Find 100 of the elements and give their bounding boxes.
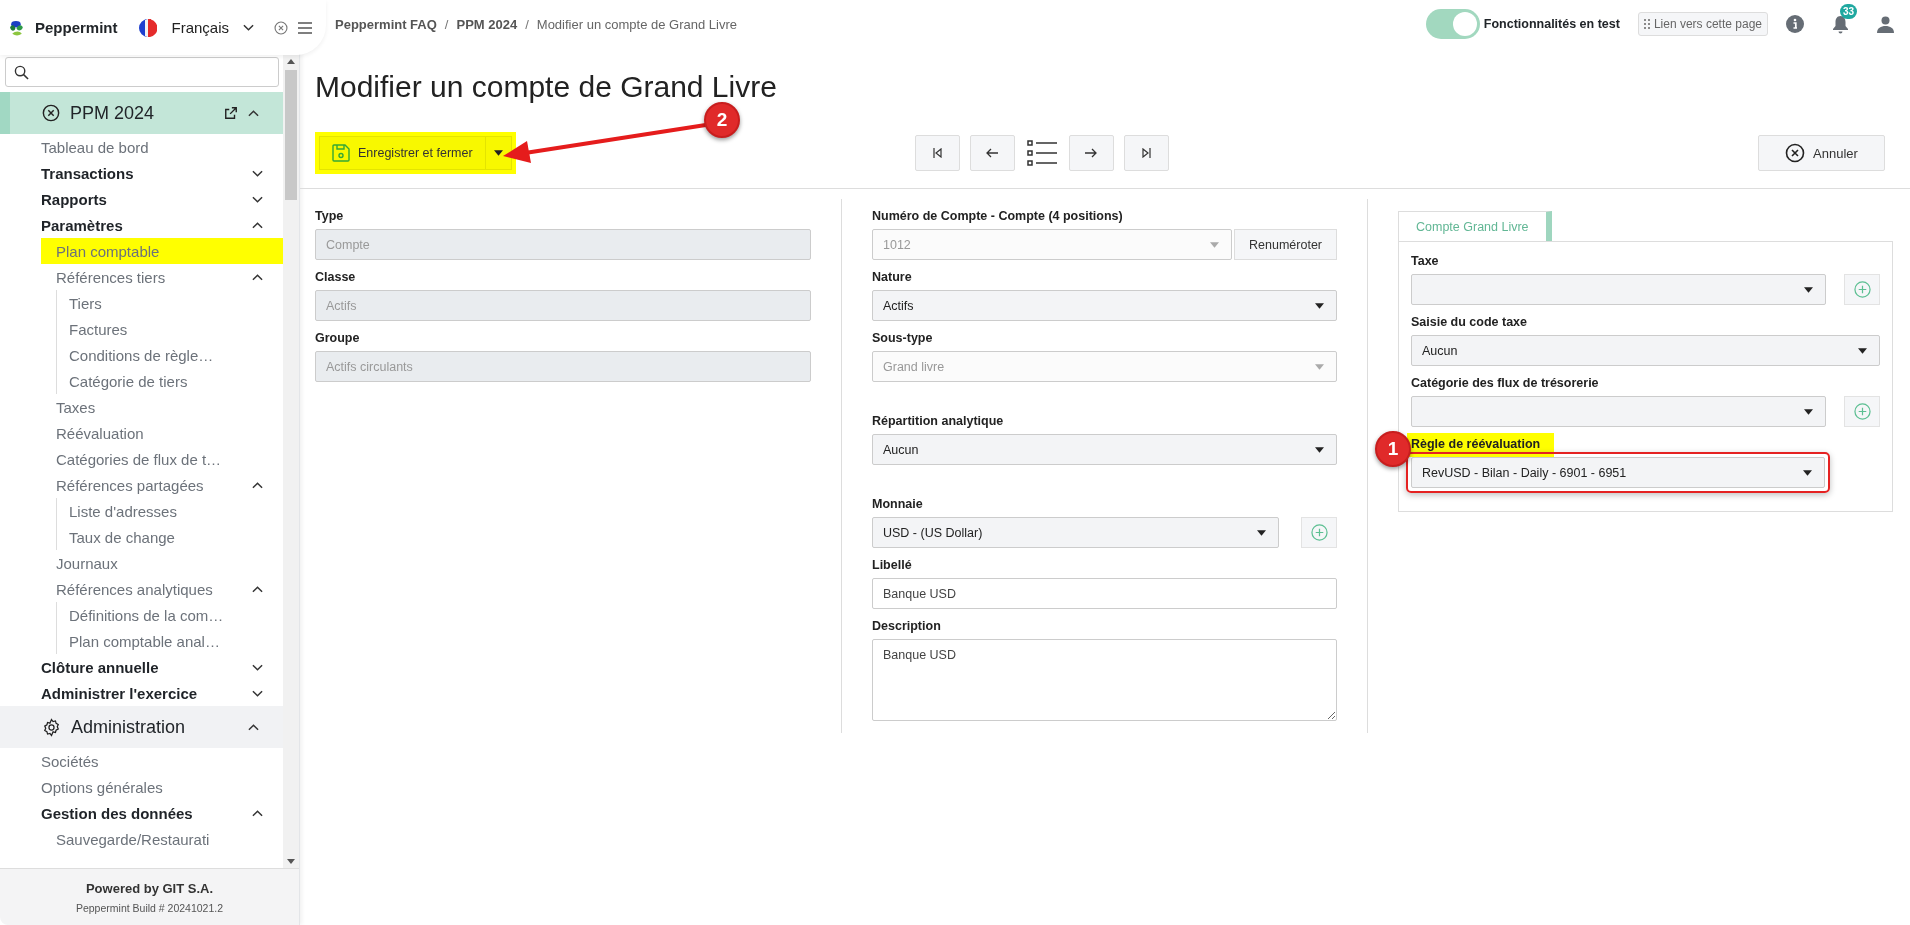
sidebar-item[interactable]: Plan comptable [41, 238, 283, 264]
field-label: Monnaie [872, 496, 923, 513]
scrollbar[interactable] [283, 55, 299, 868]
sidebar-item[interactable]: Conditions de règle… [57, 342, 283, 368]
text-field[interactable]: Banque USD [872, 578, 1337, 609]
sidebar-item[interactable]: Paramètres [0, 212, 283, 238]
sidebar-item[interactable]: Taux de change [57, 524, 283, 550]
sidebar-item[interactable]: Catégories de flux de t… [41, 446, 283, 472]
select-field[interactable]: Aucun [872, 434, 1337, 465]
add-button[interactable] [1844, 274, 1880, 305]
step-marker: 1 [1375, 431, 1411, 467]
sidebar-item[interactable]: Références tiers [41, 264, 283, 290]
caret-icon [493, 150, 503, 156]
add-button[interactable] [1844, 396, 1880, 427]
search-icon [14, 64, 29, 80]
notifications-button[interactable] [1832, 14, 1849, 34]
breadcrumb-link[interactable]: Peppermint FAQ [335, 16, 437, 32]
grip-icon [1643, 19, 1650, 29]
save-button[interactable]: Enregistrer et fermer [319, 136, 486, 170]
field-label: Saisie du code taxe [1411, 314, 1528, 331]
field-label: Numéro de Compte - Compte (4 positions) [872, 208, 1123, 225]
cancel-button[interactable]: Annuler [1758, 135, 1885, 171]
first-button[interactable] [914, 135, 960, 171]
close-button[interactable] [274, 20, 288, 35]
field-label: Classe [315, 269, 356, 286]
page-title: Modifier un compte de Grand Livre [315, 70, 778, 104]
sidebar-item[interactable]: Sociétés [0, 748, 283, 774]
sidebar-group-header[interactable]: Administration [0, 706, 283, 748]
sidebar-item[interactable]: Rapports [0, 186, 283, 212]
step-marker: 2 [704, 102, 740, 138]
arrow-left-icon [986, 148, 999, 158]
close-icon [42, 104, 60, 122]
caret-icon [1803, 469, 1812, 476]
sidebar-item[interactable]: Plan comptable anal… [57, 628, 283, 654]
sidebar-item[interactable]: Administrer l'exercice [0, 680, 283, 706]
notification-badge: 33 [1840, 3, 1858, 19]
field-label: Règle de réévaluation [1407, 433, 1555, 457]
scroll-up-icon[interactable] [287, 59, 295, 64]
page-link-button[interactable]: Lien vers cette page [1637, 12, 1768, 36]
first-icon [932, 148, 942, 158]
build-text: Peppermint Build # 20241021.2 [75, 901, 224, 914]
select-field[interactable]: Aucun [1411, 335, 1880, 366]
app-name: Peppermint [34, 19, 118, 36]
sidebar-item[interactable]: Catégorie de tiers [57, 368, 283, 394]
plus-icon [1310, 524, 1328, 541]
caret-icon [1210, 241, 1220, 248]
language-select[interactable]: Français [139, 18, 254, 37]
sidebar-item[interactable]: Taxes [41, 394, 283, 420]
user-button[interactable] [1877, 15, 1894, 33]
sidebar-item[interactable]: Tableau de bord [0, 134, 283, 160]
sidebar-item[interactable]: Tiers [57, 290, 283, 316]
list-button[interactable] [1024, 140, 1059, 166]
menu-icon [298, 21, 312, 34]
sidebar-item[interactable]: Références analytiques [41, 576, 283, 602]
breadcrumb-link[interactable]: PPM 2024 [456, 16, 518, 32]
field-label: Nature [872, 269, 912, 286]
select-field[interactable]: RevUSD - Bilan - Daily - 6901 - 6951 [1411, 457, 1825, 488]
select-field[interactable]: Actifs [872, 290, 1337, 321]
caret-icon [1257, 529, 1266, 536]
scroll-down-icon[interactable] [287, 859, 295, 864]
sidebar-item[interactable]: Clôture annuelle [0, 654, 283, 680]
sidebar-item[interactable]: Journaux [41, 550, 283, 576]
user-icon [1877, 15, 1894, 33]
info-button[interactable] [1786, 15, 1804, 33]
textarea-field[interactable]: Banque USD [872, 639, 1337, 721]
toggle-label: Fonctionnalités en test [1483, 17, 1620, 31]
sidebar-item[interactable]: Définitions de la com… [57, 602, 283, 628]
sidebar-item[interactable]: Factures [57, 316, 283, 342]
plus-icon [1853, 281, 1871, 298]
caret-icon [1315, 302, 1324, 309]
breadcrumb-separator: / [525, 16, 529, 32]
field-label: Taxe [1411, 253, 1439, 270]
last-button[interactable] [1123, 135, 1169, 171]
next-button[interactable] [1068, 135, 1114, 171]
sidebar-item[interactable]: Sauvegarde/Restaurati [41, 826, 283, 852]
menu-button[interactable] [298, 21, 312, 34]
sidebar-item[interactable]: Options générales [0, 774, 283, 800]
sidebar-item[interactable]: Réévaluation [41, 420, 283, 446]
sidebar-group-header[interactable]: PPM 2024 [0, 92, 283, 134]
close-icon [274, 20, 288, 35]
caret-icon [1315, 363, 1324, 370]
caret-icon [1858, 347, 1867, 354]
field-label: Groupe [315, 330, 360, 347]
bell-icon [1832, 14, 1849, 34]
select-field[interactable] [1411, 274, 1826, 305]
sidebar-item[interactable]: Références partagées [41, 472, 283, 498]
select-field[interactable] [1411, 396, 1826, 427]
select-field[interactable]: USD - (US Dollar) [872, 517, 1279, 548]
close-icon [1785, 143, 1806, 163]
scroll-thumb[interactable] [285, 70, 297, 200]
sidebar-item[interactable]: Gestion des données [0, 800, 283, 826]
sidebar-item[interactable]: Transactions [0, 160, 283, 186]
toggle-switch[interactable] [1425, 9, 1480, 39]
search-field[interactable] [5, 57, 279, 87]
chevron-down-icon [243, 24, 254, 31]
previous-button[interactable] [969, 135, 1015, 171]
sidebar-item[interactable]: Liste d'adresses [57, 498, 283, 524]
breadcrumb-current[interactable]: Modifier un compte de Grand Livre [536, 16, 737, 32]
add-button[interactable] [1301, 517, 1337, 548]
save-icon [332, 144, 350, 162]
